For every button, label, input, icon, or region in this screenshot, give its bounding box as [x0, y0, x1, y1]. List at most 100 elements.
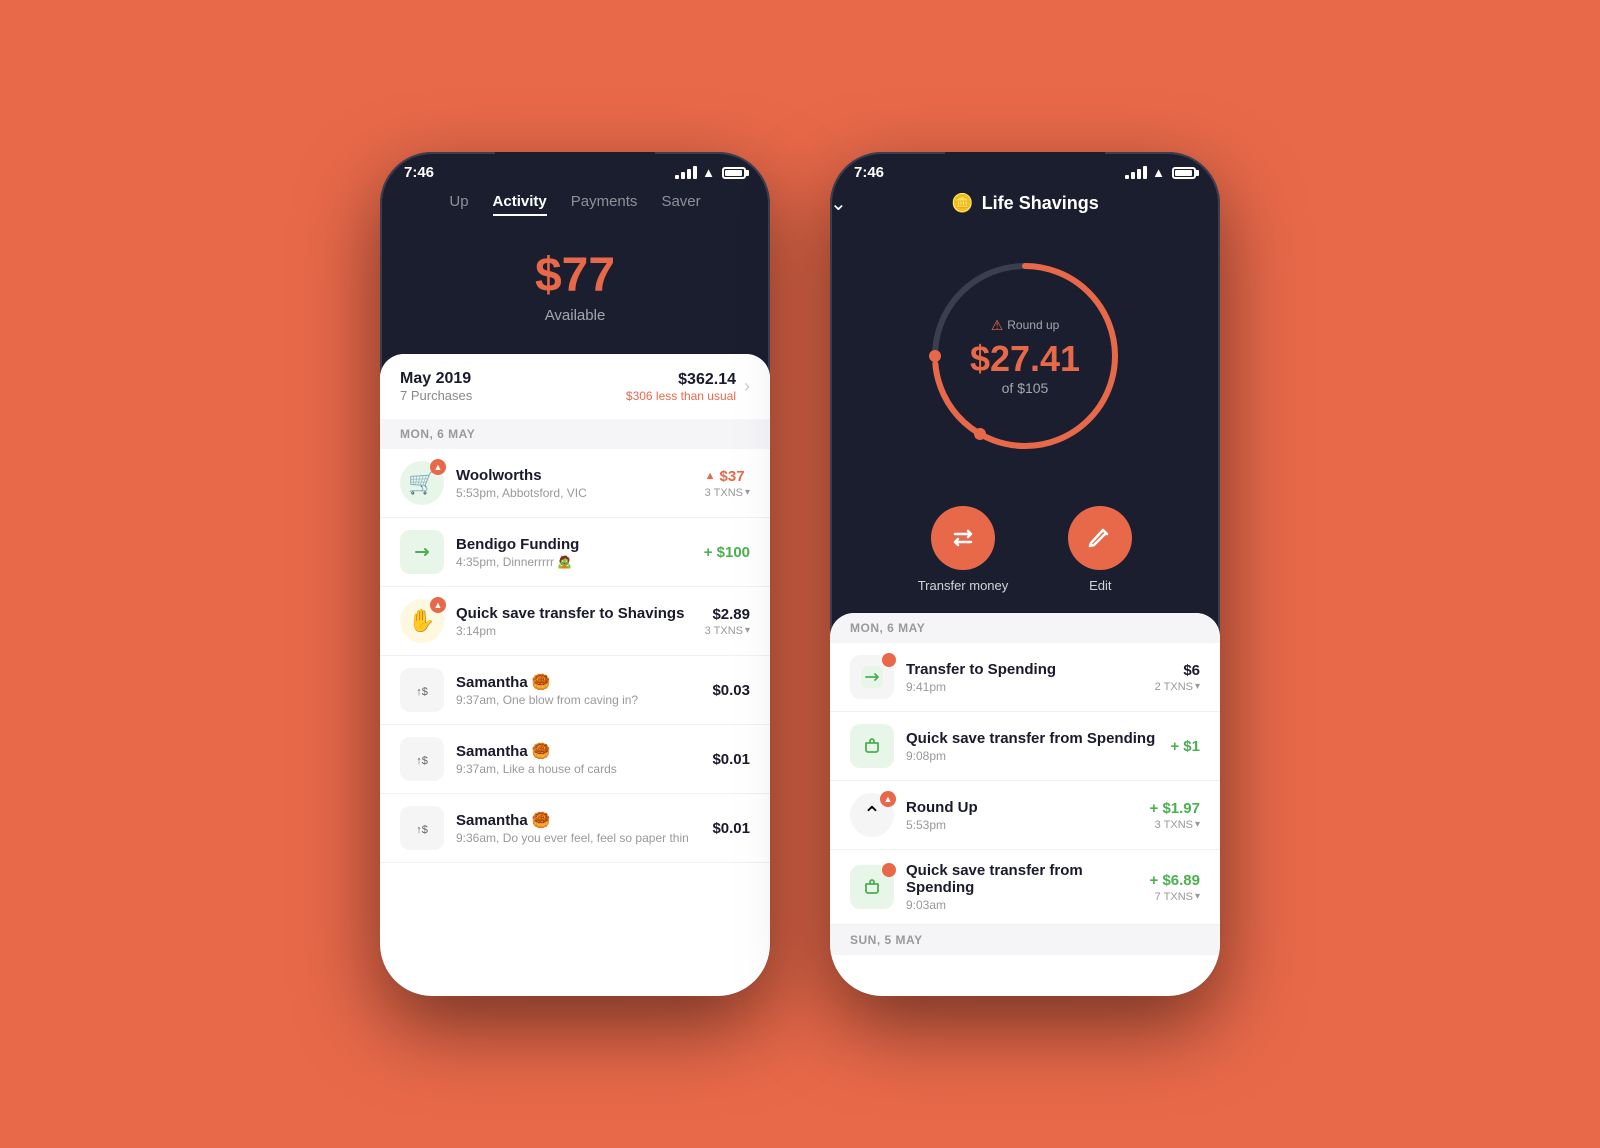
transfer-money-container: Transfer money — [918, 506, 1009, 593]
circle-center: ⚠ Round up $27.41 of $105 — [970, 317, 1080, 396]
month-purchases: 7 Purchases — [400, 388, 472, 403]
txn-icon-transfer-spending — [850, 655, 894, 699]
txn-details-quicksave-spending1: Quick save transfer from Spending 9:08pm — [906, 730, 1170, 763]
txn-txns: 3 TXNS ▾ — [705, 487, 750, 499]
transfer-money-button[interactable] — [931, 506, 995, 570]
txn-amount-quicksave1: $2.89 3 TXNS ▾ — [705, 606, 750, 637]
txn-amount-samantha1: $0.03 — [712, 682, 750, 699]
table-row[interactable]: ⌃ ▲ Round Up 5:53pm + $1.97 3 TXNS ▾ — [830, 781, 1220, 850]
month-chevron-right: › — [744, 376, 750, 397]
transfer-money-label: Transfer money — [918, 578, 1009, 593]
orange-badge2 — [882, 863, 896, 877]
txn-details-roundup: Round Up 5:53pm — [906, 799, 1150, 832]
txn-icon-samantha3: ↑$ — [400, 806, 444, 850]
txn-amount: $0.03 — [712, 682, 750, 699]
phone1-nav[interactable]: Up Activity Payments Saver — [380, 185, 770, 228]
nav-item-up[interactable]: Up — [449, 193, 468, 216]
phone2-status-icons: ▲ — [1125, 165, 1196, 180]
edit-label: Edit — [1068, 578, 1132, 593]
day-header-3: SUN, 5 MAY — [830, 925, 1220, 955]
txn-details-bendigo: Bendigo Funding 4:35pm, Dinnerrrrr 🧟 — [456, 536, 704, 569]
txn-name: Transfer to Spending — [906, 661, 1155, 678]
month-savings: $306 less than usual — [626, 389, 736, 403]
savings-of: of $105 — [970, 380, 1080, 396]
svg-text:↑$: ↑$ — [416, 755, 428, 767]
txn-icon-bendigo — [400, 530, 444, 574]
month-header[interactable]: May 2019 7 Purchases $362.14 $306 less t… — [380, 354, 770, 419]
txn-name: Woolworths — [456, 467, 705, 484]
table-row[interactable]: Transfer to Spending 9:41pm $6 2 TXNS ▾ — [830, 643, 1220, 712]
phone2-title-row: ⌄ 🪙 Life Shavings — [830, 185, 1220, 226]
txn-amount-transfer-spending: $6 2 TXNS ▾ — [1155, 662, 1200, 693]
txn-details-quicksave1: Quick save transfer to Shavings 3:14pm — [456, 605, 705, 638]
txn-amount: + $6.89 — [1150, 872, 1200, 889]
battery-icon — [722, 167, 746, 179]
svg-text:↑$: ↑$ — [416, 824, 428, 836]
phone2-title: 🪙 Life Shavings — [951, 193, 1098, 214]
phone2: 7:46 ▲ ⌄ 🪙 Life Shavings — [830, 152, 1220, 996]
txn-sub: 5:53pm — [906, 818, 1150, 832]
txn-amount-bendigo: + $100 — [704, 544, 750, 561]
txn-sub: 9:41pm — [906, 680, 1155, 694]
wifi-icon: ▲ — [1152, 165, 1165, 180]
edit-button[interactable] — [1068, 506, 1132, 570]
txn-amount: ▲ $37 — [705, 468, 750, 485]
table-row[interactable]: Bendigo Funding 4:35pm, Dinnerrrrr 🧟 + $… — [380, 518, 770, 587]
table-row[interactable]: 🛒 ▲ Woolworths 5:53pm, Abbotsford, VIC ▲… — [380, 449, 770, 518]
roundup-icon: ⚠ — [991, 317, 1004, 334]
txn-txns: 2 TXNS ▾ — [1155, 681, 1200, 693]
title-text: Life Shavings — [982, 193, 1099, 214]
savings-amount: $27.41 — [970, 338, 1080, 380]
txn-amount: + $1.97 — [1150, 800, 1200, 817]
home-indicator-2 — [965, 984, 1085, 988]
nav-item-activity[interactable]: Activity — [493, 193, 547, 216]
table-row[interactable]: Quick save transfer from Spending 9:03am… — [830, 850, 1220, 925]
txn-name: Quick save transfer from Spending — [906, 862, 1150, 896]
battery-icon — [1172, 167, 1196, 179]
txn-name: Samantha 🥮 — [456, 742, 712, 760]
table-row[interactable]: ↑$ Samantha 🥮 9:37am, Like a house of ca… — [380, 725, 770, 794]
phone1-status-icons: ▲ — [675, 165, 746, 180]
txn-icon-roundup: ⌃ ▲ — [850, 793, 894, 837]
month-title: May 2019 — [400, 370, 472, 388]
month-amount: $362.14 — [626, 371, 736, 389]
txn-details-quicksave-spending2: Quick save transfer from Spending 9:03am — [906, 862, 1150, 912]
txn-details-woolworths: Woolworths 5:53pm, Abbotsford, VIC — [456, 467, 705, 500]
txn-name: Bendigo Funding — [456, 536, 704, 553]
wifi-icon: ▲ — [702, 165, 715, 180]
txn-icon-quicksave-spending1 — [850, 724, 894, 768]
txn-sub: 9:36am, Do you ever feel, feel so paper … — [456, 831, 712, 845]
edit-icon — [1086, 524, 1114, 552]
nav-item-saver[interactable]: Saver — [661, 193, 700, 216]
title-emoji: 🪙 — [951, 193, 973, 214]
circle-container: ⚠ Round up $27.41 of $105 — [830, 226, 1220, 496]
txn-amount: + $1 — [1170, 738, 1200, 755]
txn-icon-woolworths: 🛒 ▲ — [400, 461, 444, 505]
txn-amount: $6 — [1155, 662, 1200, 679]
nav-item-payments[interactable]: Payments — [571, 193, 638, 216]
table-row[interactable]: ↑$ Samantha 🥮 9:37am, One blow from cavi… — [380, 656, 770, 725]
roundup-badge: ▲ — [430, 459, 446, 475]
txn-name: Round Up — [906, 799, 1150, 816]
txn-name: Quick save transfer to Shavings — [456, 605, 705, 622]
txn-amount: $0.01 — [712, 751, 750, 768]
txn-details-samantha2: Samantha 🥮 9:37am, Like a house of cards — [456, 742, 712, 776]
txn-details-samantha3: Samantha 🥮 9:36am, Do you ever feel, fee… — [456, 811, 712, 845]
phone1-notch — [495, 152, 655, 182]
table-row[interactable]: ✋ ▲ Quick save transfer to Shavings 3:14… — [380, 587, 770, 656]
txn-txns: 7 TXNS ▾ — [1150, 891, 1200, 903]
txn-sub: 9:37am, One blow from caving in? — [456, 693, 712, 707]
orange-badge — [882, 653, 896, 667]
txn-sub: 9:03am — [906, 898, 1150, 912]
transfer-icon — [949, 524, 977, 552]
day-header-1: MON, 6 MAY — [380, 419, 770, 449]
txn-sub: 3:14pm — [456, 624, 705, 638]
back-button[interactable]: ⌄ — [830, 191, 847, 216]
roundup-badge: ▲ — [880, 791, 896, 807]
phone2-transactions: MON, 6 MAY Transfer to Spending 9:41pm $… — [830, 613, 1220, 996]
txn-icon-quicksave1: ✋ ▲ — [400, 599, 444, 643]
balance-section: $77 Available — [380, 228, 770, 354]
txn-amount-quicksave-spending2: + $6.89 7 TXNS ▾ — [1150, 872, 1200, 903]
table-row[interactable]: Quick save transfer from Spending 9:08pm… — [830, 712, 1220, 781]
table-row[interactable]: ↑$ Samantha 🥮 9:36am, Do you ever feel, … — [380, 794, 770, 863]
